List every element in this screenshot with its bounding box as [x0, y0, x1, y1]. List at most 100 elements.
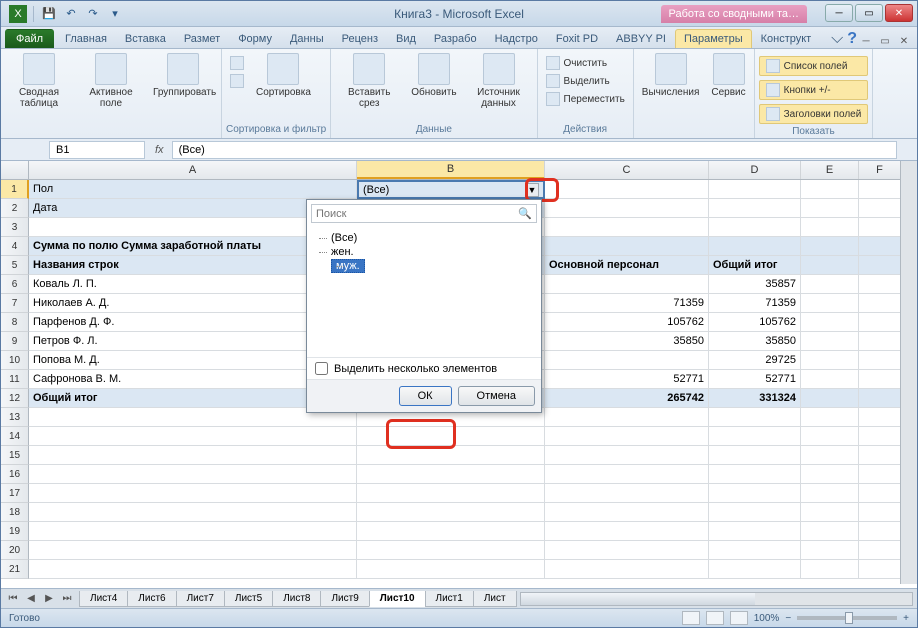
- redo-icon[interactable]: ↷: [84, 5, 102, 23]
- filter-item-female[interactable]: жен.: [315, 245, 533, 259]
- buttons-toggle[interactable]: Кнопки +/-: [759, 80, 869, 100]
- cell-F2[interactable]: [859, 199, 901, 218]
- cell-F13[interactable]: [859, 408, 901, 427]
- field-list-toggle[interactable]: Список полей: [759, 56, 869, 76]
- filter-search-input[interactable]: [316, 208, 518, 220]
- cell-C5[interactable]: Основной персонал: [545, 256, 709, 275]
- cell-B16[interactable]: [357, 465, 545, 484]
- multi-select-checkbox[interactable]: Выделить несколько элементов: [307, 357, 541, 379]
- tab-форму[interactable]: Форму: [229, 29, 281, 48]
- calculations-button[interactable]: Вычисления: [638, 51, 704, 100]
- sheet-nav-prev[interactable]: ◀: [23, 592, 39, 606]
- tab-параметры[interactable]: Параметры: [675, 29, 752, 48]
- insert-slicer-button[interactable]: Вставить срез: [335, 51, 403, 111]
- cell-D16[interactable]: [709, 465, 801, 484]
- cell-E13[interactable]: [801, 408, 859, 427]
- cell-D7[interactable]: 71359: [709, 294, 801, 313]
- minimize-button[interactable]: ─: [825, 4, 853, 22]
- tab-вид[interactable]: Вид: [387, 29, 425, 48]
- cell-D13[interactable]: [709, 408, 801, 427]
- undo-icon[interactable]: ↶: [62, 5, 80, 23]
- row-header-11[interactable]: 11: [1, 370, 29, 389]
- view-normal-button[interactable]: [682, 611, 700, 625]
- cell-A14[interactable]: [29, 427, 357, 446]
- row-header-19[interactable]: 19: [1, 522, 29, 541]
- sheet-nav-last[interactable]: ⏭: [59, 592, 75, 606]
- cell-F10[interactable]: [859, 351, 901, 370]
- row-header-15[interactable]: 15: [1, 446, 29, 465]
- cell-F8[interactable]: [859, 313, 901, 332]
- cell-A20[interactable]: [29, 541, 357, 560]
- cell-F6[interactable]: [859, 275, 901, 294]
- cell-F20[interactable]: [859, 541, 901, 560]
- sheet-tab-Лист4[interactable]: Лист4: [79, 591, 128, 607]
- cell-D1[interactable]: [709, 180, 801, 199]
- cell-F11[interactable]: [859, 370, 901, 389]
- sheet-tab-Лист[interactable]: Лист: [473, 591, 517, 607]
- cell-C10[interactable]: [545, 351, 709, 370]
- cell-E17[interactable]: [801, 484, 859, 503]
- cell-E6[interactable]: [801, 275, 859, 294]
- cell-A19[interactable]: [29, 522, 357, 541]
- sheet-tab-Лист8[interactable]: Лист8: [272, 591, 321, 607]
- cell-E10[interactable]: [801, 351, 859, 370]
- formula-input[interactable]: (Все): [172, 141, 897, 159]
- sort-asc-button[interactable]: [226, 55, 248, 71]
- row-header-5[interactable]: 5: [1, 256, 29, 275]
- tab-file[interactable]: Файл: [5, 29, 54, 48]
- cell-E16[interactable]: [801, 465, 859, 484]
- cell-D10[interactable]: 29725: [709, 351, 801, 370]
- cell-B1[interactable]: (Все)▼: [357, 180, 545, 199]
- pivot-table-button[interactable]: Сводная таблица: [5, 51, 73, 111]
- cell-D5[interactable]: Общий итог: [709, 256, 801, 275]
- column-header-C[interactable]: C: [545, 161, 709, 179]
- cell-C3[interactable]: [545, 218, 709, 237]
- cell-A15[interactable]: [29, 446, 357, 465]
- cell-C4[interactable]: [545, 237, 709, 256]
- headers-toggle[interactable]: Заголовки полей: [759, 104, 869, 124]
- column-header-E[interactable]: E: [801, 161, 859, 179]
- cell-D2[interactable]: [709, 199, 801, 218]
- cell-C9[interactable]: 35850: [545, 332, 709, 351]
- cell-F17[interactable]: [859, 484, 901, 503]
- active-field-button[interactable]: Активное поле: [77, 51, 145, 111]
- horizontal-scrollbar[interactable]: [520, 592, 913, 606]
- cell-F18[interactable]: [859, 503, 901, 522]
- cell-E14[interactable]: [801, 427, 859, 446]
- cancel-button[interactable]: Отмена: [458, 386, 535, 406]
- sheet-tab-Лист9[interactable]: Лист9: [320, 591, 369, 607]
- tab-abbyy pi[interactable]: ABBYY PI: [607, 29, 675, 48]
- sheet-tab-Лист7[interactable]: Лист7: [176, 591, 225, 607]
- mdi-minimize[interactable]: ─: [857, 34, 875, 48]
- cell-F7[interactable]: [859, 294, 901, 313]
- cell-D12[interactable]: 331324: [709, 389, 801, 408]
- close-button[interactable]: ✕: [885, 4, 913, 22]
- cell-E1[interactable]: [801, 180, 859, 199]
- save-icon[interactable]: 💾: [40, 5, 58, 23]
- cell-C1[interactable]: [545, 180, 709, 199]
- filter-search[interactable]: 🔍: [311, 204, 537, 223]
- column-header-D[interactable]: D: [709, 161, 801, 179]
- cell-D4[interactable]: [709, 237, 801, 256]
- cell-D11[interactable]: 52771: [709, 370, 801, 389]
- cell-D8[interactable]: 105762: [709, 313, 801, 332]
- cell-F9[interactable]: [859, 332, 901, 351]
- cell-D15[interactable]: [709, 446, 801, 465]
- sort-desc-button[interactable]: [226, 73, 248, 89]
- cell-A1[interactable]: Пол: [29, 180, 357, 199]
- row-header-13[interactable]: 13: [1, 408, 29, 427]
- cell-C2[interactable]: [545, 199, 709, 218]
- cell-C13[interactable]: [545, 408, 709, 427]
- sheet-nav-next[interactable]: ▶: [41, 592, 57, 606]
- tab-foxit pd[interactable]: Foxit PD: [547, 29, 607, 48]
- cell-D21[interactable]: [709, 560, 801, 579]
- row-header-3[interactable]: 3: [1, 218, 29, 237]
- excel-icon[interactable]: X: [9, 5, 27, 23]
- filter-dropdown-button[interactable]: ▼: [525, 183, 539, 197]
- cell-D20[interactable]: [709, 541, 801, 560]
- cell-E2[interactable]: [801, 199, 859, 218]
- cell-F12[interactable]: [859, 389, 901, 408]
- tab-разрабо[interactable]: Разрабо: [425, 29, 486, 48]
- cell-F16[interactable]: [859, 465, 901, 484]
- sheet-tab-Лист5[interactable]: Лист5: [224, 591, 273, 607]
